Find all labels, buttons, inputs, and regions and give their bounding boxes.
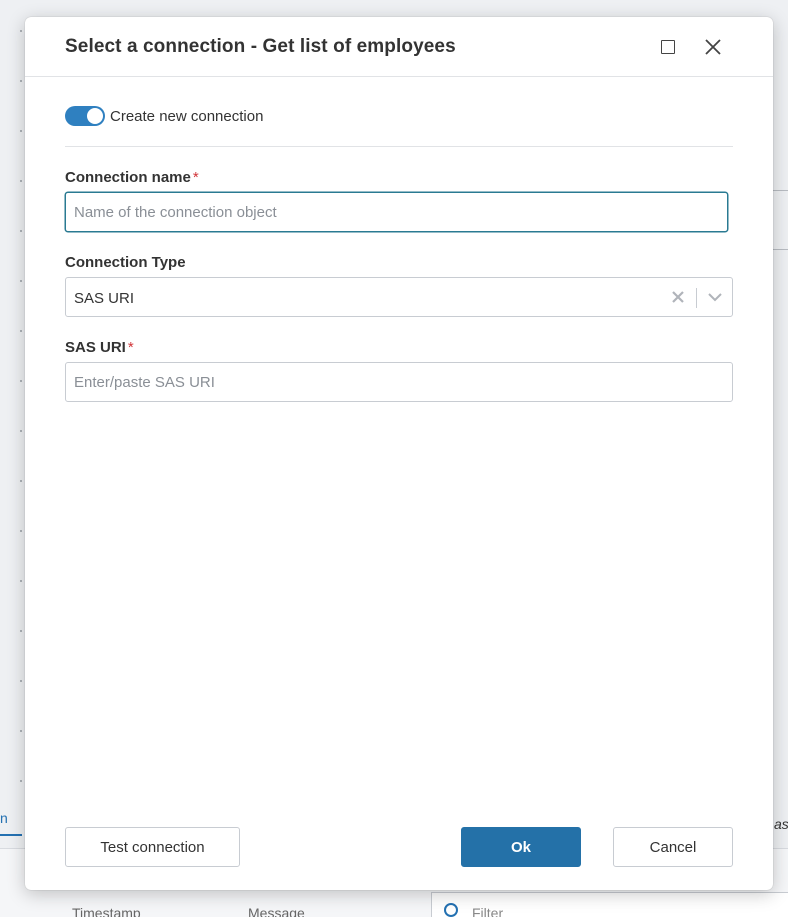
connection-type-label: Connection Type (65, 254, 186, 271)
select-divider (696, 288, 697, 308)
background-tab-partial-right[interactable]: ase (774, 816, 788, 832)
required-marker: * (127, 339, 134, 356)
cancel-button[interactable]: Cancel (613, 827, 733, 867)
dropdown-toggle-button[interactable] (704, 286, 726, 308)
create-new-connection-label[interactable]: Create new connection (110, 108, 263, 125)
sas-uri-input[interactable] (65, 362, 733, 402)
select-connection-dialog: Select a connection - Get list of employ… (25, 17, 773, 890)
close-icon (705, 39, 721, 55)
create-new-connection-toggle[interactable] (65, 106, 105, 126)
background-active-tab-underline (0, 834, 22, 836)
connection-type-value: SAS URI (74, 290, 135, 307)
connection-name-label: Connection name * (65, 169, 199, 186)
close-button[interactable] (701, 35, 725, 59)
clear-selection-button[interactable] (668, 286, 688, 308)
dialog-title: Select a connection - Get list of employ… (65, 36, 456, 57)
search-icon (444, 903, 458, 917)
toggle-knob (87, 108, 103, 124)
dialog-header: Select a connection - Get list of employ… (25, 17, 773, 77)
column-header-message[interactable]: Message (248, 905, 305, 917)
sas-uri-label: SAS URI * (65, 339, 134, 356)
background-tab-partial[interactable]: n (0, 810, 8, 826)
sas-uri-label-text: SAS URI (65, 339, 126, 356)
ok-button[interactable]: Ok (461, 827, 581, 867)
column-header-timestamp[interactable]: Timestamp (72, 905, 141, 917)
required-marker: * (192, 169, 199, 186)
background-connector (772, 190, 788, 250)
divider (65, 146, 733, 147)
connection-name-input[interactable] (65, 192, 728, 232)
test-connection-button[interactable]: Test connection (65, 827, 240, 867)
maximize-icon (661, 40, 675, 54)
connection-name-label-text: Connection name (65, 169, 191, 186)
clear-icon (672, 291, 684, 303)
filter-placeholder: Filter (472, 905, 504, 917)
filter-input[interactable]: Filter (431, 892, 788, 917)
connection-type-select[interactable]: SAS URI (65, 277, 733, 317)
background-axis-dots (20, 30, 24, 810)
connection-type-label-text: Connection Type (65, 254, 186, 271)
maximize-button[interactable] (656, 35, 680, 59)
chevron-down-icon (708, 293, 722, 302)
